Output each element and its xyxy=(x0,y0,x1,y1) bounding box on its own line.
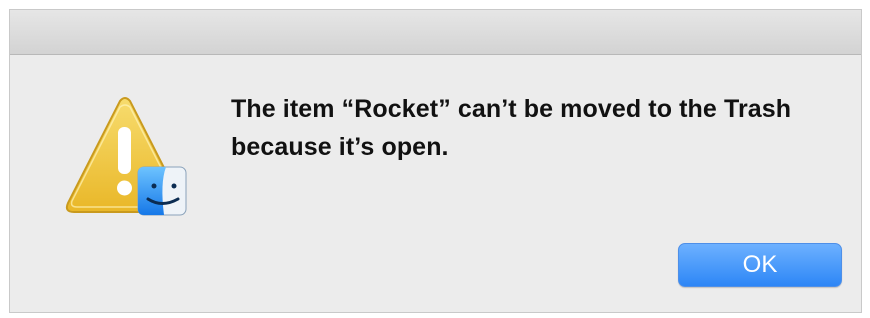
warning-icon xyxy=(60,95,190,225)
window-titlebar[interactable] xyxy=(10,10,861,55)
ok-button[interactable]: OK xyxy=(678,243,842,287)
finder-icon xyxy=(137,166,187,216)
alert-message: The item “Rocket” can’t be moved to the … xyxy=(231,95,792,161)
alert-dialog: The item “Rocket” can’t be moved to the … xyxy=(9,9,862,313)
